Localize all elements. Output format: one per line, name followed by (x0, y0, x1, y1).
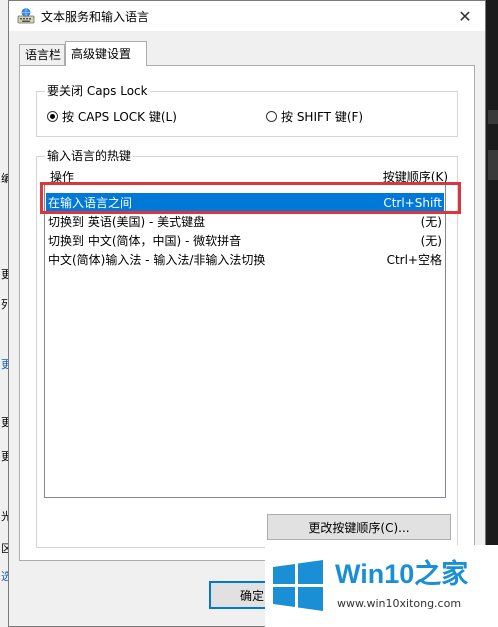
watermark-brand-zhi: 之家 (414, 559, 469, 589)
shift-key-radio[interactable]: 按 SHIFT 键(F) (266, 108, 363, 125)
caps-lock-group-title: 要关闭 Caps Lock (45, 83, 150, 99)
list-item-sequence: Ctrl+Shift (383, 195, 442, 210)
list-item-sequence: (无) (420, 234, 442, 248)
watermark-brand-ten: 10 (384, 559, 415, 589)
list-item-action: 切换到 英语(美国) - 美式键盘 (48, 215, 206, 229)
close-icon: ✕ (458, 6, 472, 26)
windows-logo-icon (273, 560, 323, 611)
watermark-brand: Win10之家 (335, 559, 468, 589)
watermark-url: www.win10xitong.com (337, 597, 462, 610)
change-key-sequence-button[interactable]: 更改按键顺序(C)... (267, 514, 451, 540)
background-window-right (488, 0, 498, 627)
list-item[interactable]: 切换到 中文(简体，中国) - 微软拼音 (无) (46, 231, 444, 250)
tab-language-bar[interactable]: 语言栏 (19, 44, 65, 65)
keyboard-globe-icon (17, 8, 35, 24)
list-item-action: 中文(简体)输入法 - 输入法/非输入法切换 (48, 253, 266, 267)
list-item[interactable]: 切换到 英语(美国) - 美式键盘 (无) (46, 212, 444, 231)
caps-lock-group: 要关闭 Caps Lock 按 CAPS LOCK 键(L) 按 SHIFT 键… (36, 83, 458, 137)
list-item-sequence: Ctrl+空格 (386, 253, 442, 267)
advanced-key-settings-page: 要关闭 Caps Lock 按 CAPS LOCK 键(L) 按 SHIFT 键… (19, 65, 475, 561)
title-bar[interactable]: 文本服务和输入语言 ✕ (9, 1, 485, 31)
radio-checked-icon (47, 111, 58, 122)
watermark-brand-win: Win (335, 559, 385, 589)
hotkeys-group-title: 输入语言的热键 (45, 148, 134, 164)
list-item-action: 切换到 中文(简体，中国) - 微软拼音 (48, 234, 242, 248)
caps-lock-key-label: 按 CAPS LOCK 键(L) (62, 110, 177, 124)
action-column-header: 操作 (50, 170, 75, 184)
close-button[interactable]: ✕ (445, 1, 485, 31)
tab-advanced-key-settings[interactable]: 高级键设置 (65, 41, 147, 66)
list-item[interactable]: 中文(简体)输入法 - 输入法/非输入法切换 Ctrl+空格 (46, 250, 444, 269)
text-services-dialog: 文本服务和输入语言 ✕ 语言栏 高级键设置 要关闭 Caps Lock 按 CA… (8, 0, 486, 627)
radio-unchecked-icon (266, 111, 277, 122)
list-item[interactable]: 在输入语言之间 Ctrl+Shift (46, 193, 444, 212)
hotkeys-list[interactable]: 在输入语言之间 Ctrl+Shift 切换到 英语(美国) - 美式键盘 (无)… (44, 184, 446, 498)
shift-key-label: 按 SHIFT 键(F) (281, 110, 364, 124)
key-sequence-column-header: 按键顺序(K) (382, 170, 448, 184)
window-title: 文本服务和输入语言 (41, 10, 150, 24)
list-item-action: 在输入语言之间 (48, 196, 133, 210)
list-item-sequence: (无) (420, 215, 442, 229)
caps-lock-key-radio[interactable]: 按 CAPS LOCK 键(L) (47, 108, 177, 125)
watermark-badge: Win10之家 www.win10xitong.com (265, 545, 498, 627)
